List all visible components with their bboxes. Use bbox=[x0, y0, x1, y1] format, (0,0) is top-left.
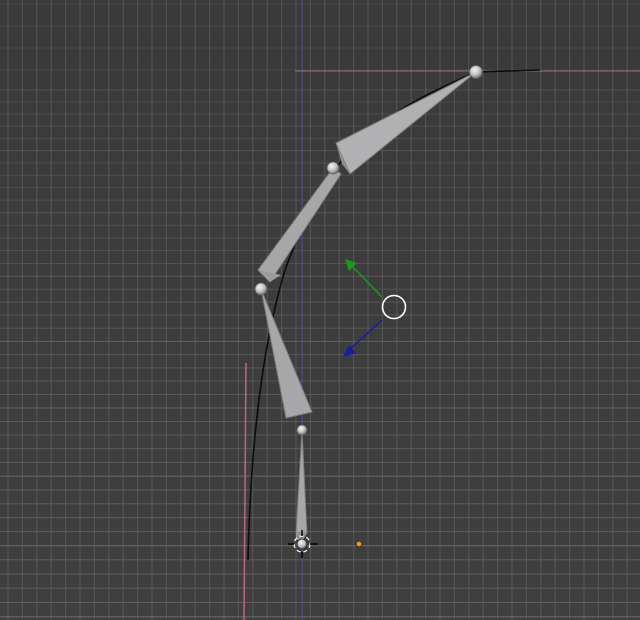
joint-head-4[interactable] bbox=[469, 65, 483, 79]
joint-head-1[interactable] bbox=[296, 424, 308, 436]
joint-head-3[interactable] bbox=[326, 161, 340, 175]
3d-viewport[interactable] bbox=[0, 0, 640, 620]
viewport-background bbox=[0, 0, 640, 620]
joint-head-2[interactable] bbox=[254, 282, 268, 296]
object-origin-icon[interactable] bbox=[355, 540, 363, 548]
cursor-center bbox=[296, 538, 308, 550]
